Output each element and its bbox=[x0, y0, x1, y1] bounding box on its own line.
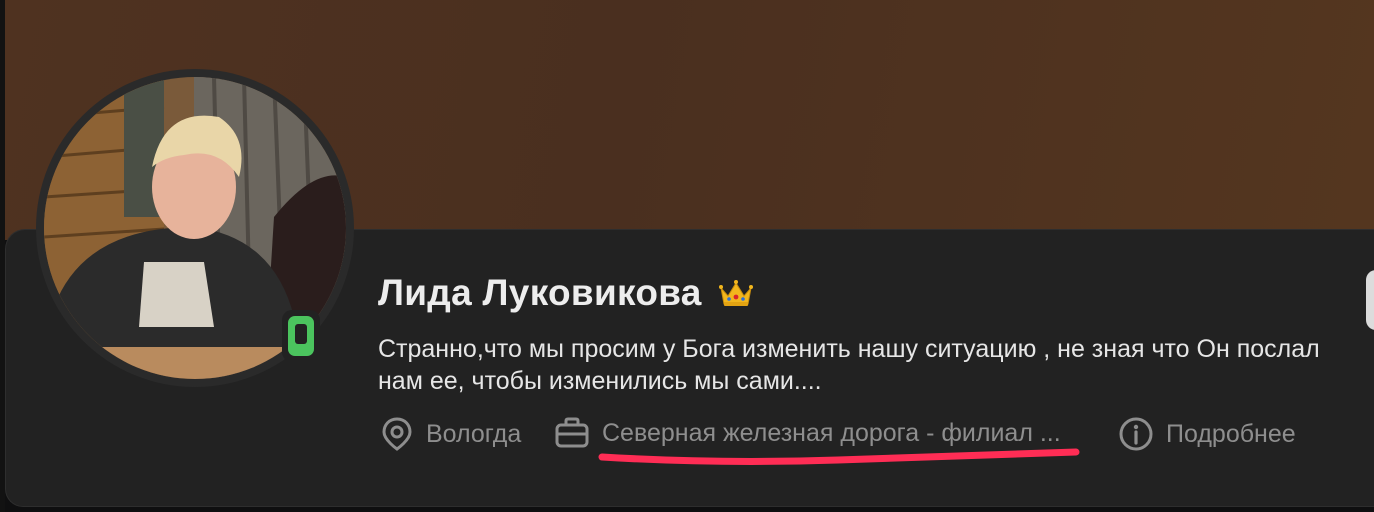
profile-name: Лида Луковикова bbox=[378, 272, 702, 313]
city-label: Вологда bbox=[426, 419, 522, 448]
profile-name-row: Лида Луковикова bbox=[378, 272, 754, 314]
location-pin-icon bbox=[380, 416, 414, 452]
profile-status[interactable]: Странно,что мы просим у Бога изменить на… bbox=[378, 333, 1338, 397]
more-label: Подробнее bbox=[1166, 419, 1296, 448]
side-action-button[interactable] bbox=[1366, 270, 1374, 330]
meta-city[interactable]: Вологда bbox=[380, 416, 521, 452]
crown-icon[interactable] bbox=[718, 278, 754, 308]
mobile-online-icon bbox=[282, 310, 320, 362]
info-circle-icon bbox=[1118, 416, 1154, 452]
red-annotation-underline bbox=[598, 448, 1080, 465]
meta-more[interactable]: Подробнее bbox=[1118, 416, 1296, 452]
briefcase-icon bbox=[554, 416, 590, 450]
